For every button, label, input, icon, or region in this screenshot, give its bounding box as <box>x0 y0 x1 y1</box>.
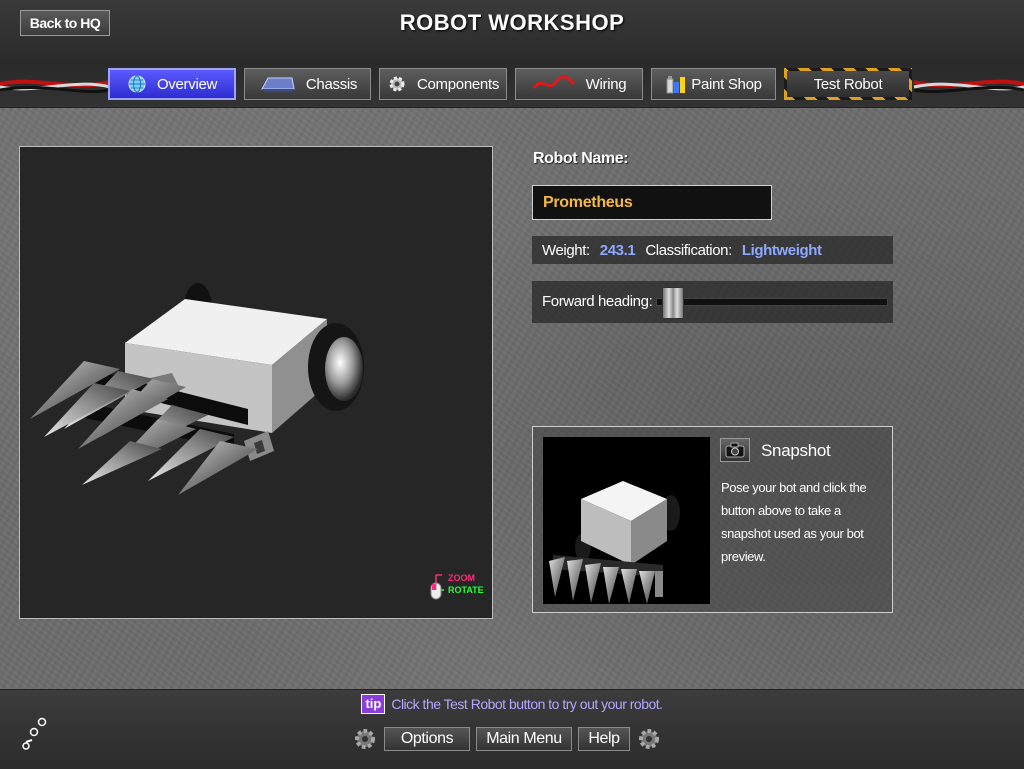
snapshot-description: Pose your bot and click the button above… <box>721 480 867 564</box>
camera-icon <box>725 442 745 458</box>
wire-icon <box>532 74 576 94</box>
weight-value: 243.1 <box>599 241 636 259</box>
tab-paint-shop-label: Paint Shop <box>691 75 762 93</box>
settings-sliders-icon[interactable] <box>14 716 52 756</box>
classification-value: Lightweight <box>741 241 822 259</box>
help-button[interactable]: Help <box>578 727 630 751</box>
tab-overview-label: Overview <box>156 75 218 93</box>
tab-components-label: Components <box>416 75 500 93</box>
robot-name-input[interactable] <box>532 185 772 220</box>
gear-icon <box>636 726 662 752</box>
forward-heading-label: Forward heading: <box>542 293 653 310</box>
tab-wiring[interactable]: Wiring <box>515 68 643 100</box>
robot-stats-bar: Weight: 243.1 Classification: Lightweigh… <box>532 236 893 264</box>
footer-buttons: Options Main Menu Help <box>352 726 662 752</box>
zoom-label: ZOOM <box>448 573 475 583</box>
chassis-icon <box>258 74 296 94</box>
snapshot-preview <box>543 437 710 604</box>
tip-badge: tip <box>361 694 386 714</box>
page-title: ROBOT WORKSHOP <box>399 10 625 35</box>
mouse-icon <box>430 574 444 600</box>
tab-components[interactable]: Components <box>379 68 507 100</box>
tab-test-robot-label: Test Robot <box>813 75 883 93</box>
snapshot-robot-image <box>549 481 680 604</box>
tip-text: Click the Test Robot button to try out y… <box>391 696 663 712</box>
footer-bar: tip Click the Test Robot button to try o… <box>0 689 1024 769</box>
workshop-tabs: Overview Chassis Components Wiring Paint… <box>108 68 912 100</box>
gear-icon <box>387 74 407 94</box>
tab-test-robot[interactable]: Test Robot <box>784 68 912 100</box>
take-snapshot-button[interactable] <box>720 438 750 462</box>
tab-chassis[interactable]: Chassis <box>244 68 371 100</box>
forward-heading-slider-thumb[interactable] <box>662 287 685 319</box>
tab-chassis-label: Chassis <box>305 75 358 93</box>
classification-label: Classification: <box>645 241 732 259</box>
tab-wiring-label: Wiring <box>585 75 627 93</box>
options-button[interactable]: Options <box>384 727 470 751</box>
tab-paint-shop[interactable]: Paint Shop <box>651 68 776 100</box>
tab-overview[interactable]: Overview <box>108 68 236 100</box>
forward-heading-control: Forward heading: <box>532 281 893 323</box>
rotate-label: ROTATE <box>448 585 484 595</box>
tip-row: tip Click the Test Robot button to try o… <box>0 694 1024 714</box>
weight-label: Weight: <box>542 241 590 259</box>
robot-name-label: Robot Name: <box>533 150 629 167</box>
paint-icon <box>665 73 687 95</box>
main-menu-button[interactable]: Main Menu <box>476 727 572 751</box>
robot-3d-viewport[interactable]: ZOOM ROTATE <box>19 146 493 619</box>
snapshot-panel: Snapshot Pose your bot and click the but… <box>532 426 893 613</box>
globe-icon <box>127 74 147 94</box>
gear-icon <box>352 726 378 752</box>
camera-controls-legend: ZOOM ROTATE <box>428 571 490 611</box>
robot-model <box>30 283 364 495</box>
forward-heading-track[interactable] <box>656 298 888 306</box>
header-bar: Back to HQ ROBOT WORKSHOP Overview Chass… <box>0 0 1024 108</box>
snapshot-title: Snapshot <box>761 441 831 460</box>
